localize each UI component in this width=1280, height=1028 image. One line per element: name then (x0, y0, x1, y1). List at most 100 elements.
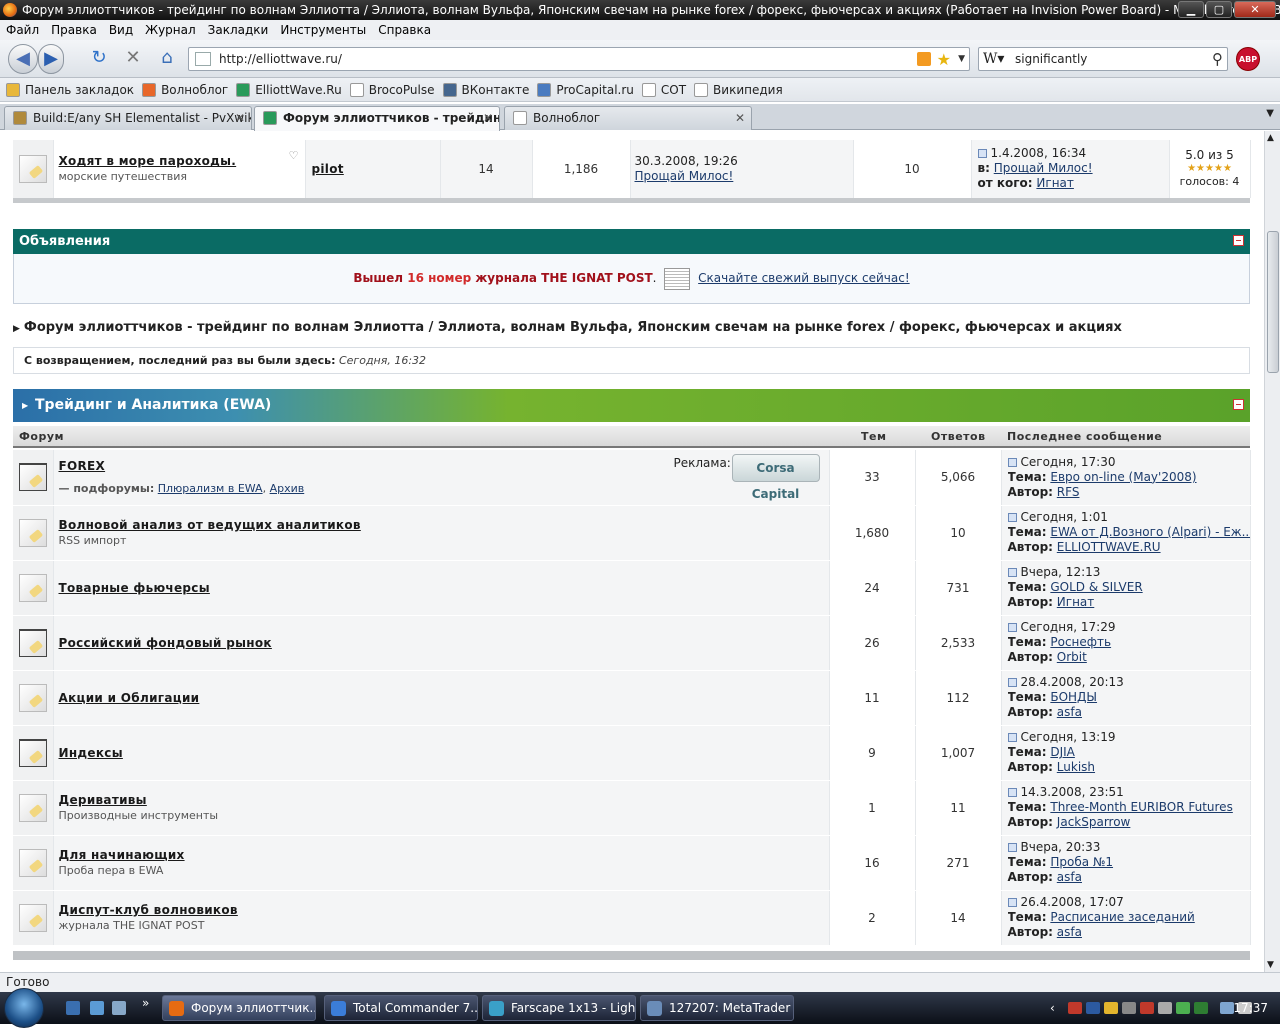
breadcrumb-text[interactable]: Форум эллиоттчиков - трейдинг по волнам … (24, 320, 1122, 335)
taskbar-button[interactable]: Форум эллиоттчик... (162, 995, 316, 1021)
forum-no-new-icon[interactable] (18, 793, 47, 822)
last-post-icon[interactable] (1007, 788, 1017, 797)
bookmarks-menu[interactable]: Панель закладок (6, 82, 134, 97)
url-bar[interactable]: http://elliottwave.ru/ ★ ▼ (188, 47, 970, 71)
topic-started-link[interactable]: Прощай Милос! (635, 169, 734, 183)
last-topic-link[interactable]: GOLD & SILVER (1050, 580, 1142, 594)
bookmark-item[interactable]: ВКонтакте (442, 82, 529, 97)
bookmark-item[interactable]: ElliottWave.Ru (236, 82, 342, 97)
tray-icon[interactable] (1086, 1002, 1100, 1014)
last-post-icon[interactable] (1007, 513, 1017, 522)
tray-icon[interactable] (1194, 1002, 1208, 1014)
last-author-link[interactable]: asfa (1057, 870, 1082, 884)
forum-no-new-icon[interactable] (18, 848, 47, 877)
tray-icon[interactable] (1104, 1002, 1118, 1014)
start-button[interactable] (4, 988, 44, 1028)
forum-no-new-icon[interactable] (18, 518, 47, 547)
search-icon[interactable]: ⚲ (1212, 48, 1223, 70)
forum-title-link[interactable]: Для начинающих (59, 848, 185, 862)
quick-launch-icon[interactable] (90, 1001, 104, 1015)
taskbar-button[interactable]: Total Commander 7... (324, 995, 478, 1021)
topic-last-from-link[interactable]: Игнат (1036, 176, 1073, 190)
last-post-icon[interactable] (1007, 568, 1017, 577)
forum-title-link[interactable]: Деривативы (59, 793, 147, 807)
category-title[interactable]: Трейдинг и Аналитика (EWA) (35, 397, 271, 413)
tray-icon[interactable] (1068, 1002, 1082, 1014)
subforum-link[interactable]: Архив (270, 482, 305, 495)
forum-no-new-icon[interactable] (18, 903, 47, 932)
menu-bookmarks[interactable]: Закладки (202, 23, 275, 37)
quick-launch-more-icon[interactable]: » (142, 996, 156, 1010)
tray-icon[interactable] (1176, 1002, 1190, 1014)
last-topic-link[interactable]: Расписание заседаний (1050, 910, 1194, 924)
last-post-icon[interactable] (977, 149, 987, 159)
search-box[interactable]: W▾ significantly ⚲ (978, 47, 1228, 71)
last-topic-link[interactable]: Three-Month EURIBOR Futures (1050, 800, 1232, 814)
category-arrow-icon[interactable]: ▶ (22, 389, 28, 422)
forum-new-posts-icon[interactable] (18, 463, 47, 492)
reload-icon[interactable]: ↻ (84, 44, 114, 74)
bookmark-item[interactable]: COT (641, 82, 686, 97)
last-topic-link[interactable]: Евро on-line (May'2008) (1050, 470, 1196, 484)
tab-forum[interactable]: Форум эллиоттчиков - трейдин... ✕ (254, 106, 500, 131)
forum-new-posts-icon[interactable] (18, 738, 47, 767)
collapse-icon[interactable] (1233, 235, 1244, 246)
tab-pvxwiki[interactable]: Build:E/any SH Elementalist - PvXwiki ✕ (4, 106, 252, 130)
menu-edit[interactable]: Правка (45, 23, 103, 37)
last-topic-link[interactable]: EWA от Д.Возного (Alpari) - Еж... (1050, 525, 1249, 539)
tray-icon[interactable] (1122, 1002, 1136, 1014)
stop-icon[interactable]: ✕ (118, 44, 148, 74)
adblock-icon[interactable]: ABP (1236, 47, 1260, 71)
scroll-up-icon[interactable]: ▲ (1267, 133, 1274, 143)
announce-download-link[interactable]: Скачайте свежий выпуск сейчас! (698, 271, 909, 285)
home-icon[interactable]: ⌂ (152, 44, 182, 74)
bookmark-item[interactable]: ProCapital.ru (537, 82, 634, 97)
tab-list-icon[interactable]: ▼ (1266, 108, 1274, 119)
forum-title-link[interactable]: Индексы (59, 746, 123, 760)
taskbar-button[interactable]: 127207: MetaTrader ... (640, 995, 794, 1021)
bookmark-item[interactable]: BrocoPulse (349, 82, 435, 97)
close-button[interactable]: ✕ (1234, 1, 1276, 18)
category-collapse-icon[interactable] (1233, 399, 1244, 410)
menu-file[interactable]: Файл (0, 23, 45, 37)
quick-launch-icon[interactable] (66, 1001, 80, 1015)
tab-volnoblog[interactable]: Волноблог ✕ (504, 106, 752, 130)
url-dropdown-icon[interactable]: ▼ (958, 48, 965, 70)
taskbar-button[interactable]: Farscape 1x13 - Ligh... (482, 995, 636, 1021)
tray-expand-icon[interactable]: ‹ (1050, 992, 1055, 1024)
last-author-link[interactable]: JackSparrow (1057, 815, 1131, 829)
maximize-button[interactable]: ▢ (1206, 1, 1232, 18)
last-topic-link[interactable]: DJIA (1050, 745, 1075, 759)
last-post-icon[interactable] (1007, 843, 1017, 852)
subforum-link[interactable]: Плюрализм в EWA (158, 482, 263, 495)
last-post-icon[interactable] (1007, 457, 1017, 467)
last-post-icon[interactable] (1007, 623, 1017, 632)
topic-title-link[interactable]: Ходят в море пароходы. (59, 154, 237, 168)
quick-launch-icon[interactable] (112, 1001, 126, 1015)
last-topic-link[interactable]: Проба №1 (1050, 855, 1113, 869)
menu-help[interactable]: Справка (372, 23, 437, 37)
heart-icon[interactable]: ♡ (289, 149, 299, 162)
forum-no-new-icon[interactable] (18, 573, 47, 602)
tab-close-icon[interactable]: ✕ (483, 107, 493, 129)
forward-icon[interactable]: ▶ (38, 44, 64, 74)
forum-title-link[interactable]: Акции и Облигации (59, 691, 200, 705)
scroll-down-icon[interactable]: ▼ (1267, 960, 1274, 970)
menu-tools[interactable]: Инструменты (274, 23, 372, 37)
ad-banner[interactable]: Corsa Capital (731, 454, 820, 501)
last-author-link[interactable]: ELLIOTTWAVE.RU (1057, 540, 1161, 554)
topic-author-link[interactable]: pilot (312, 162, 344, 176)
tray-icon[interactable] (1140, 1002, 1154, 1014)
topic-last-in-link[interactable]: Прощай Милос! (994, 161, 1093, 175)
rss-feed-icon[interactable] (917, 52, 931, 66)
tray-icon[interactable] (1158, 1002, 1172, 1014)
menu-view[interactable]: Вид (103, 23, 139, 37)
forum-no-new-icon[interactable] (18, 683, 47, 712)
forum-title-link[interactable]: Российский фондовый рынок (59, 636, 272, 650)
last-author-link[interactable]: Игнат (1057, 595, 1094, 609)
last-post-icon[interactable] (1007, 898, 1017, 907)
back-icon[interactable]: ◀ (8, 44, 38, 74)
minimize-button[interactable]: ▁ (1178, 1, 1204, 18)
vertical-scrollbar[interactable]: ▲ ▼ (1264, 131, 1280, 972)
tab-close-icon[interactable]: ✕ (735, 107, 745, 129)
